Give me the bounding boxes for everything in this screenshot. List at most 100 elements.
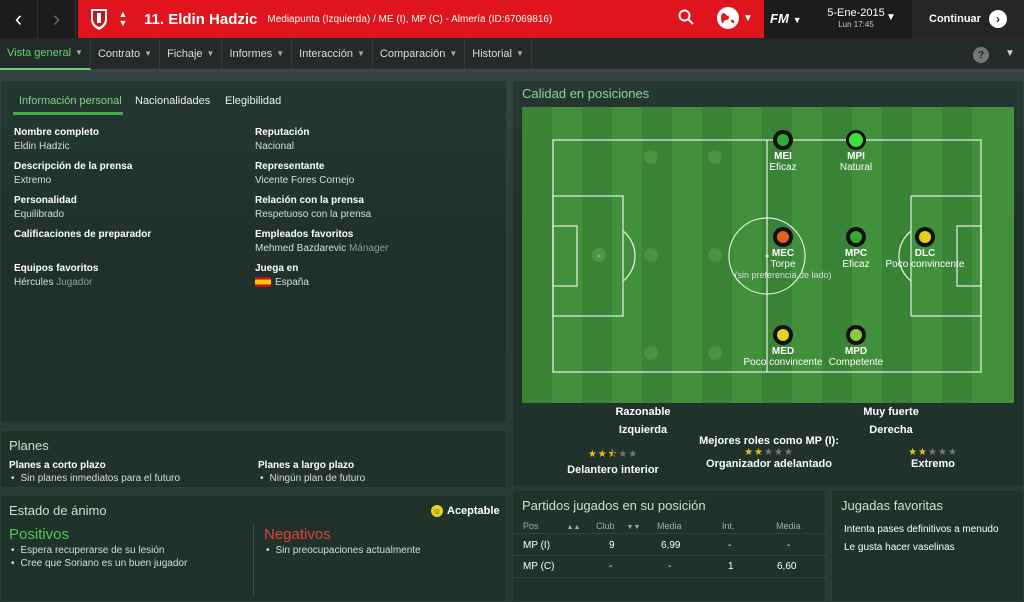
tab-historial[interactable]: Historial ▼ [465,37,532,70]
field-equipos-favoritos: Equipos favoritos Hércules Jugador [14,263,99,288]
table-cell: 6,99 [661,540,681,551]
position-mpc[interactable]: MPC Eficaz [834,226,878,270]
field-reputacion: Reputación Nacional [255,127,310,152]
chevron-down-icon: ▼ [356,49,365,58]
short-term-item: Sin planes inmediatos para el futuro [11,473,181,484]
list-item: Le gusta hacer vaselinas [844,542,955,553]
tab-informes[interactable]: Informes ▼ [222,37,293,70]
positions-panel: Calidad en posiciones MEI Eficaz MPI Nat… [512,80,1024,487]
negative-item: Sin preocupaciones actualmente [266,545,421,556]
position-med[interactable]: MED Poco convincente [739,324,827,368]
position-dlc[interactable]: DLC Poco convincente [884,226,966,270]
favourite-club-name[interactable]: Hércules [14,277,53,288]
rating-dot-icon [915,227,935,247]
sort-icon: ▼▼ [626,524,641,531]
star-rating-icon: ★★⯪★★ [587,449,639,460]
chevron-down-icon: ▼ [144,49,153,58]
right-foot-rating: Muy fuerte [863,406,919,418]
club-crest-icon [86,6,112,32]
chevron-down-icon: ▼ [515,49,524,58]
search-button[interactable] [678,9,694,28]
field-juega-en: Juega en España [255,263,309,288]
rating-dot-icon [773,130,793,150]
continue-button[interactable]: Continuar › [912,0,1024,38]
morale-title: Estado de ánimo [9,503,107,518]
col-header-int[interactable]: Int. [722,521,735,531]
star-rating-icon: ★★★★★ [908,447,958,458]
forward-button[interactable]: › [38,0,76,38]
positions-title: Calidad en posiciones [522,86,650,101]
best-role[interactable]: ★★★★★ Organizador adelantado [699,447,839,470]
best-role[interactable]: ★★⯪★★ Delantero interior [553,447,673,476]
field-nombre-completo: Nombre completo Eldin Hadzic [14,127,100,152]
table-cell: 6,60 [777,561,797,572]
long-term-label: Planes a largo plazo [258,460,355,471]
tab-fichaje[interactable]: Fichaje ▼ [160,37,223,70]
position-mpd[interactable]: MPD Competente [825,324,887,368]
subtab-informacion-personal[interactable]: Información personal [19,95,122,107]
help-button[interactable]: ? [973,47,989,63]
active-subtab-indicator [13,112,123,115]
position-mei[interactable]: MEI Eficaz [762,129,804,173]
player-header: ▲ ▼ 11. Eldin Hadzic Mediapunta (Izquierd… [78,0,764,38]
table-cell: MP (I) [523,540,551,551]
best-roles-title: Mejores roles como MP (I): [699,435,839,447]
favourite-staff-name[interactable]: Mehmed Bazdarevic [255,243,346,254]
col-header-pos[interactable]: Pos ▲▲ [523,521,580,531]
back-button[interactable]: ‹ [0,0,38,38]
arrow-right-icon: › [988,10,1007,28]
favourite-club-role: Jugador [56,277,93,288]
list-item: Intenta pases definitivos a menudo [844,524,999,535]
table-cell: - [609,561,613,572]
more-menu-chevron-icon[interactable]: ▼ [1005,48,1015,59]
col-header-media[interactable]: Media [657,521,682,531]
date-display[interactable]: 5-Ene-2015 Lun 17:45 [816,7,896,29]
matches-panel: Partidos jugados en su posición Pos ▲▲ Cl… [512,490,827,602]
chevron-down-icon: ▼ [792,15,802,25]
left-foot: Razonable Izquierda [593,406,693,436]
positives-title: Positivos [9,526,70,543]
matches-title: Partidos jugados en su posición [522,498,706,513]
chevron-down-icon[interactable]: ▼ [886,12,896,23]
chevron-down-icon: ▼ [276,49,285,58]
personal-info-panel: Información personal Nacionalidades Eleg… [0,80,507,423]
col-header-club[interactable]: Club ▼▼ [596,521,640,531]
chevron-right-icon: › [52,6,61,31]
chevron-left-icon: ‹ [14,6,23,31]
table-cell: - [728,540,732,551]
favourite-staff-role: Mánager [348,243,389,254]
fm-logo[interactable]: FM ▼ [770,11,802,26]
long-term-item: Ningún plan de futuro [260,473,366,484]
country-name[interactable]: España [275,277,309,288]
globe-menu-button[interactable]: ▼ [716,6,753,30]
chevron-down-icon[interactable]: ▼ [119,19,128,28]
field-personalidad: Personalidad Equilibrado [14,195,77,220]
search-icon [678,9,694,25]
rating-dot-icon [846,130,866,150]
best-role[interactable]: ★★★★★ Extremo [873,447,993,470]
negatives-title: Negativos [264,526,331,543]
player-name: 11. Eldin Hadzic [144,10,258,28]
table-cell: 9 [609,540,615,551]
subtab-elegibilidad[interactable]: Elegibilidad [225,95,281,107]
player-switch[interactable]: ▲ ▼ [116,10,130,28]
position-mec[interactable]: MEC Torpe (sin preferencia de lado) [722,226,844,280]
tab-contrato[interactable]: Contrato ▼ [91,37,161,70]
subtab-nacionalidades[interactable]: Nacionalidades [135,95,210,107]
position-mpi[interactable]: MPI Natural [834,129,878,173]
morale-status[interactable]: ☺ Aceptable [431,505,500,517]
right-foot: Muy fuerte Derecha [841,406,941,436]
table-cell: - [668,561,672,572]
tab-interaccion[interactable]: Interacción ▼ [292,37,373,70]
tab-vista-general[interactable]: Vista general ▼ [0,37,91,70]
rating-dot-icon [773,227,793,247]
tab-comparacion[interactable]: Comparación ▼ [373,37,466,70]
col-header-media-int[interactable]: Media [776,521,801,531]
rating-dot-icon [846,227,866,247]
chevron-down-icon: ▼ [206,49,215,58]
table-cell: MP (C) [523,561,555,572]
divider [253,524,254,596]
field-empleados-favoritos: Empleados favoritos Mehmed Bazdarevic Mán… [255,229,389,254]
chevron-down-icon: ▼ [449,49,458,58]
spain-flag-icon [255,277,271,288]
